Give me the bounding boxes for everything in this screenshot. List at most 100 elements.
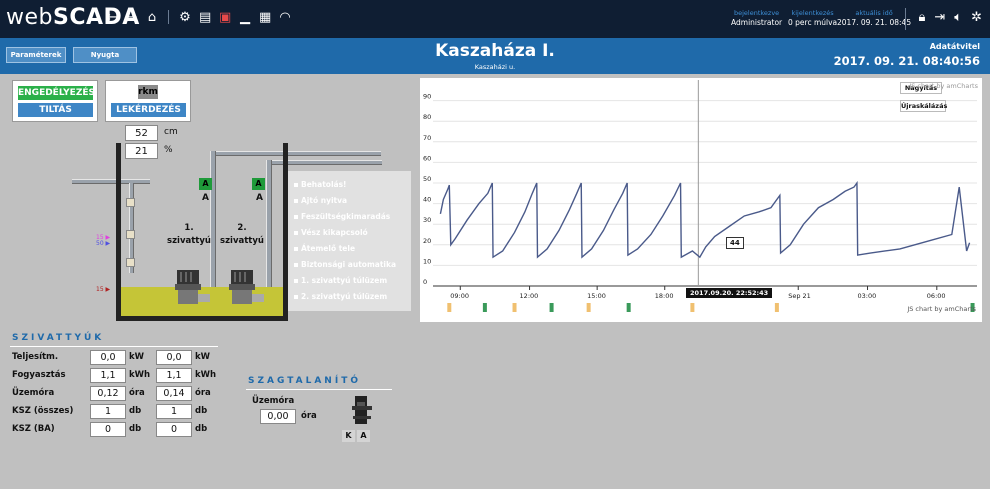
- y-tick-label: 60: [423, 154, 431, 162]
- odor-hours-label: Üzemóra: [252, 396, 295, 406]
- alarm-item: Feszültségkimaradás: [294, 212, 390, 221]
- station-header: Paraméterek Nyugta Kaszaháza I. Kaszaház…: [0, 38, 990, 74]
- top-bar: webSCADA ← → ⌂ ⚙ ▤ ▣ ▁ ▦ ◠ bejelentkezve…: [0, 0, 990, 38]
- data-transfer: Adatátvitel 2017. 09. 21. 08:40:56: [833, 42, 980, 68]
- signal-icon[interactable]: ▁: [239, 10, 251, 25]
- pumps-section-divider: [10, 346, 218, 347]
- x-tick-label: 15:00: [587, 292, 606, 300]
- rkm-indicator: rkm: [138, 85, 158, 99]
- odor-mode-a[interactable]: A: [357, 430, 370, 442]
- logout-status: kijelentkezés 0 perc múlva: [788, 9, 838, 27]
- odor-hours-value: 0,00: [260, 409, 296, 424]
- pump1-value: 1,1: [90, 368, 126, 383]
- y-tick-label: 30: [423, 216, 431, 224]
- y-tick-label: 50: [423, 175, 431, 183]
- x-tick-label: 06:00: [927, 292, 946, 300]
- alarm-item: Behatolás!: [294, 180, 346, 189]
- y-tick-label: 0: [423, 278, 427, 286]
- pump2-unit: óra: [195, 388, 211, 398]
- pump1-value: 0: [90, 422, 126, 437]
- pump2-unit: kWh: [195, 370, 217, 380]
- pump2-unit: db: [195, 424, 208, 434]
- status-divider: [905, 8, 906, 30]
- alarm-item: 2. szivattyú túlüzem: [294, 292, 387, 301]
- pumps-graphic: [175, 270, 264, 304]
- x-tick-label: 18:00: [655, 292, 674, 300]
- x-tick-label: 03:00: [858, 292, 877, 300]
- pump1-unit: óra: [129, 388, 145, 398]
- alarm-list-icon[interactable]: ▤: [199, 10, 211, 25]
- pump1-value: 0,12: [90, 386, 126, 401]
- disable-button[interactable]: TILTÁS: [17, 102, 94, 118]
- settings-icon[interactable]: ✲: [971, 10, 982, 25]
- x-tick-label: 09:00: [450, 292, 469, 300]
- pump2-label: 2. szivattyú: [220, 223, 264, 246]
- float-switch-3: [126, 258, 135, 267]
- y-tick-label: 20: [423, 237, 431, 245]
- forward-arrow-icon[interactable]: →: [126, 10, 138, 25]
- y-tick-label: 80: [423, 113, 431, 121]
- event-marker: [549, 303, 554, 312]
- home-icon[interactable]: ⌂: [146, 10, 158, 25]
- pump1-icon[interactable]: [175, 270, 210, 304]
- rescale-button[interactable]: Újraskálázás: [900, 100, 947, 112]
- wifi-icon[interactable]: ◠: [279, 10, 291, 25]
- x-tick-label: Sep 21: [788, 292, 811, 300]
- level-marker-low: 15 ▶: [96, 286, 111, 293]
- y-tick-label: 40: [423, 196, 431, 204]
- pump2-icon[interactable]: [229, 270, 264, 304]
- odor-device-icon: [352, 396, 372, 424]
- pump-row-label: KSZ (BA): [12, 424, 55, 434]
- query-button[interactable]: LEKÉRDEZÉS: [110, 102, 187, 118]
- back-arrow-icon[interactable]: ←: [106, 10, 118, 25]
- chart-credit-bottom: JS chart by amCharts: [907, 305, 976, 313]
- pump-row-label: KSZ (összes): [12, 406, 74, 416]
- enable-button[interactable]: ENGEDÉLYEZÉS: [17, 85, 95, 101]
- event-marker: [586, 303, 591, 312]
- settings-icon[interactable]: ⚙: [179, 10, 191, 25]
- time-status: aktuális idő 2017. 09. 21. 08:45: [837, 9, 912, 27]
- pump1-value: 1: [90, 404, 126, 419]
- pump-row-label: Teljesítm.: [12, 352, 59, 362]
- odor-section-divider: [246, 389, 392, 390]
- event-marker: [482, 303, 487, 312]
- pump2-value: 1: [156, 404, 192, 419]
- pump2-unit: db: [195, 406, 208, 416]
- x-tick-label: 12:00: [520, 292, 539, 300]
- level-chart[interactable]: 90 80 70 60 50 40 30 20 10 0 09:00 12:00 15:00 18:00 S…: [420, 78, 982, 322]
- pump1-mode: A: [202, 193, 209, 203]
- pump-row-label: Üzemóra: [12, 388, 55, 398]
- y-tick-label: 90: [423, 93, 431, 101]
- grid-icon[interactable]: ▦: [259, 10, 271, 25]
- pump2-unit: kW: [195, 352, 211, 362]
- sound-icon[interactable]: 🔈︎: [954, 10, 962, 25]
- odor-mode-k[interactable]: K: [342, 430, 355, 442]
- pump1-unit: kW: [129, 352, 145, 362]
- event-marker: [447, 303, 452, 312]
- level-marker-start: 50 ▶: [96, 240, 111, 247]
- pump2-value: 1,1: [156, 368, 192, 383]
- logout-icon[interactable]: ⇥: [934, 10, 945, 25]
- alarm-list: Behatolás! Ajtó nyitva Feszültségkimarad…: [288, 171, 411, 311]
- pump2-auto-indicator: A: [252, 178, 265, 190]
- pump1-auto-indicator: A: [199, 178, 212, 190]
- pump1-value: 0,0: [90, 350, 126, 365]
- alarm-item: Átemelő tele: [294, 244, 355, 253]
- alarm-active-icon[interactable]: ▣: [219, 10, 231, 25]
- event-marker: [626, 303, 631, 312]
- pump2-value: 0,0: [156, 350, 192, 365]
- odor-hours-unit: óra: [301, 411, 317, 421]
- alarm-item: Vész kikapcsoló: [294, 228, 368, 237]
- pumps-section-title: SZIVATTYÚK: [12, 333, 105, 343]
- lock-icon[interactable]: 🔒︎: [918, 10, 925, 25]
- toolbar-divider: [168, 10, 169, 24]
- chart-svg[interactable]: 90 80 70 60 50 40 30 20 10 0 09:00 12:00 15:00 18:00 S…: [420, 78, 982, 322]
- pump1-unit: db: [129, 406, 142, 416]
- chart-tooltip: 44: [726, 237, 744, 249]
- pump2-mode: A: [256, 193, 263, 203]
- alarm-item: Biztonsági automatika: [294, 260, 396, 269]
- level-cm-value: 52: [125, 125, 158, 141]
- odor-section-title: SZAGTALANÍTÓ: [248, 376, 361, 386]
- pump1-label: 1. szivattyú: [167, 223, 211, 246]
- event-marker: [774, 303, 779, 312]
